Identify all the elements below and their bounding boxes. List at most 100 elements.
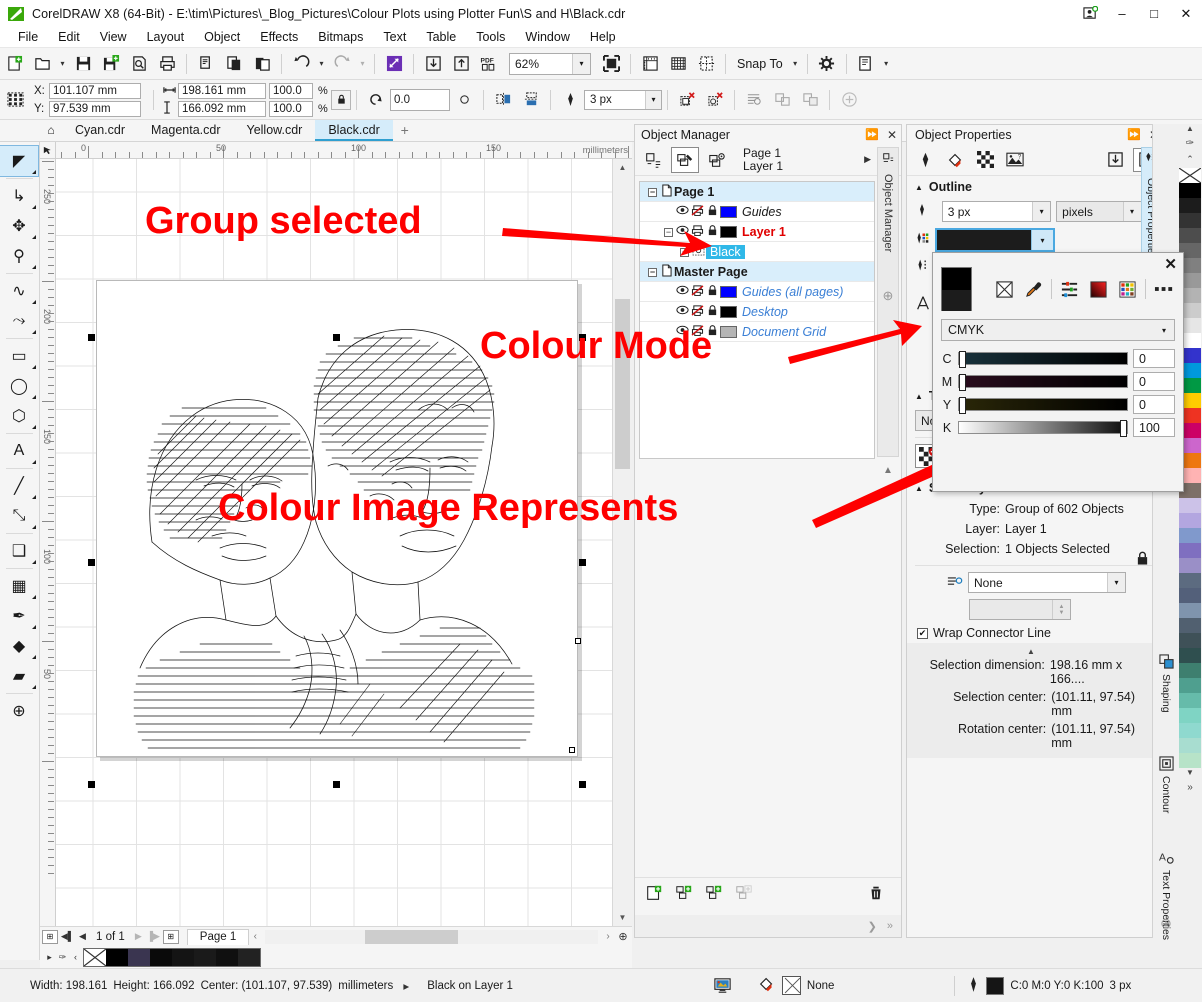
options-gear-icon[interactable] <box>813 51 841 77</box>
palette-swatch[interactable] <box>1179 648 1201 663</box>
parallel-dimension-tool[interactable]: ╱ <box>0 471 38 501</box>
text-tool[interactable]: A <box>0 436 38 466</box>
vertical-ruler[interactable]: 25020015010050 <box>40 159 56 926</box>
lock-icon[interactable] <box>1136 551 1149 569</box>
flyout-arrow-icon[interactable] <box>28 495 36 499</box>
polygon-tool[interactable]: ⬡ <box>0 401 38 431</box>
spinner-arrows[interactable]: ▲▼ <box>1052 600 1070 619</box>
document-tab-black-cdr[interactable]: Black.cdr <box>315 120 392 141</box>
page-handle-mr[interactable] <box>575 638 581 644</box>
ellipse-tool[interactable]: ◯ <box>0 371 38 401</box>
next-page-button[interactable]: ▶ <box>131 929 146 945</box>
object-manager-tree[interactable]: −Page 1Guides−Layer 1+Black−Master PageG… <box>639 181 875 459</box>
palette-swatch-none[interactable] <box>1179 168 1201 183</box>
slider-knob[interactable] <box>1120 420 1127 437</box>
scale-h-input[interactable]: 100.0 <box>269 83 313 99</box>
transparency-tab-icon[interactable] <box>973 148 997 172</box>
palette-swatch[interactable] <box>128 949 150 966</box>
lock-aspect-ratio-icon[interactable] <box>331 90 351 110</box>
wrap-offset-spinner[interactable]: ▲▼ <box>969 599 1071 620</box>
full-screen-preview-icon[interactable] <box>597 51 625 77</box>
ruler-origin-button[interactable] <box>40 142 56 159</box>
add-more-icon[interactable] <box>835 87 863 113</box>
palette-swatch[interactable] <box>106 949 128 966</box>
shaping-docker[interactable]: Shaping <box>1153 654 1179 713</box>
lock-icon[interactable] <box>705 305 720 319</box>
flyout-arrow-icon[interactable]: ▶ <box>864 154 871 165</box>
chevron-down-icon[interactable]: ▾ <box>1032 202 1050 221</box>
show-grid-icon[interactable] <box>664 51 692 77</box>
trim-icon[interactable] <box>796 87 824 113</box>
mirror-vertical-icon[interactable] <box>517 87 545 113</box>
layer-color-chip[interactable] <box>720 286 737 298</box>
width-input[interactable]: 198.161 mm <box>178 83 266 99</box>
layer-color-chip[interactable] <box>720 226 737 238</box>
object-manager-row-layer-1[interactable]: −Layer 1 <box>640 222 874 242</box>
application-launcher-icon[interactable] <box>852 51 880 77</box>
palette-swatch[interactable] <box>1179 573 1201 588</box>
lock-icon[interactable] <box>705 225 720 239</box>
palette-swatch[interactable] <box>1179 633 1201 648</box>
search-content-icon[interactable] <box>380 51 408 77</box>
straight-line-connector-tool[interactable]: ⤡ <box>0 501 38 531</box>
eyedropper-icon[interactable] <box>1022 278 1044 300</box>
expander-icon[interactable]: − <box>646 266 659 278</box>
palette-swatch[interactable] <box>1179 588 1201 603</box>
selection-handle-ml[interactable] <box>88 559 95 566</box>
palette-swatch[interactable] <box>1179 678 1201 693</box>
chevron-down-icon[interactable]: ▾ <box>1154 326 1174 335</box>
rotation-input[interactable]: 0.0 <box>390 89 450 111</box>
home-icon[interactable]: ⌂ <box>40 120 62 141</box>
zoom-level-combo[interactable]: 62% ▾ <box>509 53 591 75</box>
smart-fill-tool[interactable]: ▰ <box>0 661 38 691</box>
weld-icon[interactable] <box>768 87 796 113</box>
footer-next-icon[interactable]: ❯ <box>868 920 877 933</box>
scroll-up-arrow[interactable]: ▲ <box>615 161 630 174</box>
outline-section-header[interactable]: ▲ Outline <box>907 176 1163 198</box>
page-handle-br[interactable] <box>569 747 575 753</box>
object-manager-row-page-1[interactable]: −Page 1 <box>640 182 874 202</box>
outline-units-combo[interactable]: pixels ▾ <box>1056 201 1141 222</box>
selection-handle-mr[interactable] <box>579 559 586 566</box>
palette-swatch[interactable] <box>1179 498 1201 513</box>
chevron-down-icon[interactable]: ▾ <box>1123 202 1141 221</box>
object-manager-row-black-object[interactable]: +Black <box>640 242 874 262</box>
outline-color-swatch[interactable] <box>937 230 1031 250</box>
menu-item-file[interactable]: File <box>8 28 48 46</box>
flyout-arrow-icon[interactable] <box>28 235 36 239</box>
palette-swatch[interactable] <box>1179 708 1201 723</box>
snap-to-caret-icon[interactable]: ▾ <box>789 51 802 77</box>
new-document-icon[interactable] <box>0 51 28 77</box>
scroll-down-arrow[interactable]: ▼ <box>615 911 630 924</box>
x-input[interactable]: 101.107 mm <box>49 83 141 99</box>
chevron-down-icon[interactable]: ▾ <box>1107 573 1125 592</box>
outline-color-picker[interactable]: ▾ <box>935 228 1055 252</box>
menu-item-layout[interactable]: Layout <box>137 28 195 46</box>
page-tab-page-1[interactable]: Page 1 <box>187 929 249 945</box>
more-options-icon[interactable] <box>1153 278 1175 300</box>
freehand-tool[interactable]: ∿ <box>0 276 38 306</box>
object-manager-row-guides-all-pages[interactable]: Guides (all pages) <box>640 282 874 302</box>
palette-swatch[interactable] <box>1179 738 1201 753</box>
palette-scroll-left[interactable]: ‹ <box>70 952 81 962</box>
flyout-arrow-icon[interactable] <box>28 425 36 429</box>
channel-value[interactable]: 0 <box>1133 372 1175 391</box>
selection-handle-bl[interactable] <box>88 781 95 788</box>
import-properties-icon[interactable] <box>1103 148 1127 172</box>
menu-item-edit[interactable]: Edit <box>48 28 90 46</box>
layer-color-chip[interactable] <box>720 206 737 218</box>
user-account-icon[interactable] <box>1074 0 1106 27</box>
zoom-tool[interactable]: ⚲ <box>0 241 38 271</box>
bitmap-tab-icon[interactable]: ? <box>1003 148 1027 172</box>
menu-item-table[interactable]: Table <box>416 28 466 46</box>
expander-icon[interactable]: − <box>646 186 659 198</box>
menu-item-view[interactable]: View <box>90 28 137 46</box>
show-hide-icon[interactable] <box>675 205 690 218</box>
flyout-arrow-icon[interactable] <box>28 525 36 529</box>
menu-item-tools[interactable]: Tools <box>466 28 515 46</box>
add-page-before-icon[interactable]: ⊞ <box>42 930 58 944</box>
add-document-tab[interactable]: + <box>393 120 417 141</box>
redo-icon[interactable] <box>328 51 356 77</box>
collapse-triangle-icon[interactable]: ▲ <box>915 484 923 493</box>
menu-item-object[interactable]: Object <box>194 28 250 46</box>
